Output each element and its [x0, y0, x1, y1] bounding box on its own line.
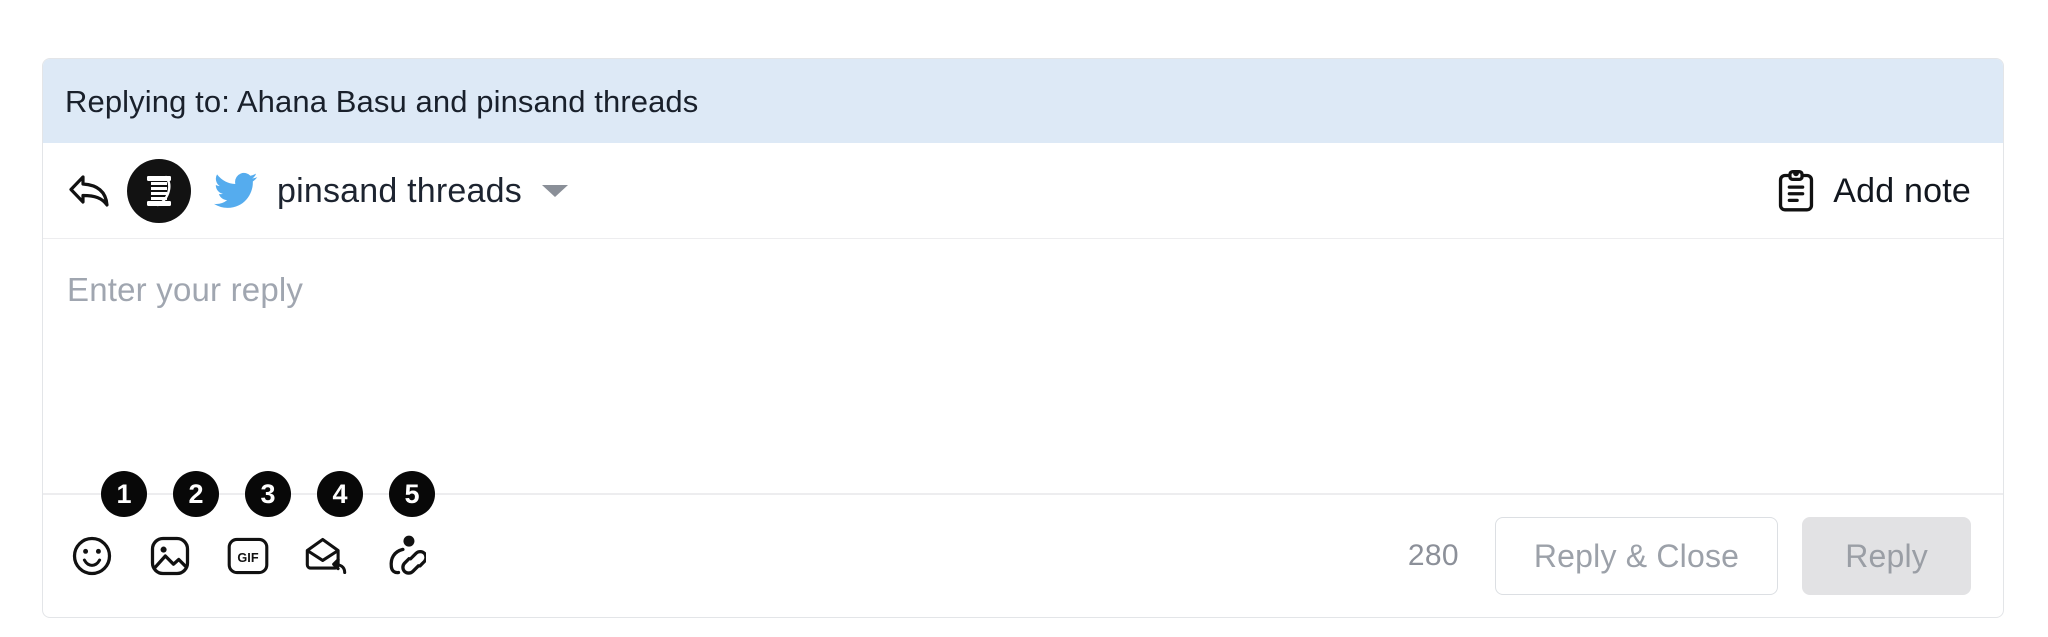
twitter-bird-icon [213, 168, 259, 214]
step-badge: 4 [317, 471, 363, 517]
reply-input-area[interactable] [43, 239, 2003, 493]
avatar [127, 158, 191, 223]
replying-to-banner: Replying to: Ahana Basu and pinsand thre… [43, 59, 2003, 143]
reply-button[interactable]: Reply [1802, 517, 1971, 595]
account-name: pinsand threads [277, 171, 522, 210]
gif-icon[interactable]: GIF [225, 533, 271, 579]
reply-composer-card: Replying to: Ahana Basu and pinsand thre… [42, 58, 2004, 618]
image-icon[interactable] [147, 533, 193, 579]
replying-to-text: Replying to: Ahana Basu and pinsand thre… [65, 83, 699, 119]
toolbar-divider: 1 2 3 4 5 [43, 471, 2003, 517]
chevron-down-icon[interactable] [538, 174, 572, 208]
reply-input[interactable] [67, 271, 1977, 309]
step-badge: 1 [101, 471, 147, 517]
step-badge: 5 [389, 471, 435, 517]
account-row: pinsand threads Add note [43, 143, 2003, 239]
toolbar-icon-group: GIF [69, 533, 427, 579]
saved-reply-icon[interactable] [303, 533, 349, 579]
emoji-icon[interactable] [69, 533, 115, 579]
person-link-icon[interactable] [381, 533, 427, 579]
reply-arrow-icon[interactable] [65, 167, 113, 215]
clipboard-note-icon [1775, 169, 1817, 212]
step-badge: 3 [245, 471, 291, 517]
step-badge-group: 1 2 3 4 5 [101, 471, 435, 517]
screen-root: Replying to: Ahana Basu and pinsand thre… [0, 0, 2048, 637]
step-badge: 2 [173, 471, 219, 517]
reply-and-close-button[interactable]: Reply & Close [1494, 517, 1779, 595]
add-note-label: Add note [1833, 171, 1971, 210]
svg-text:GIF: GIF [237, 550, 258, 565]
add-note-button[interactable]: Add note [1775, 169, 1977, 212]
character-count: 280 [1407, 539, 1459, 572]
